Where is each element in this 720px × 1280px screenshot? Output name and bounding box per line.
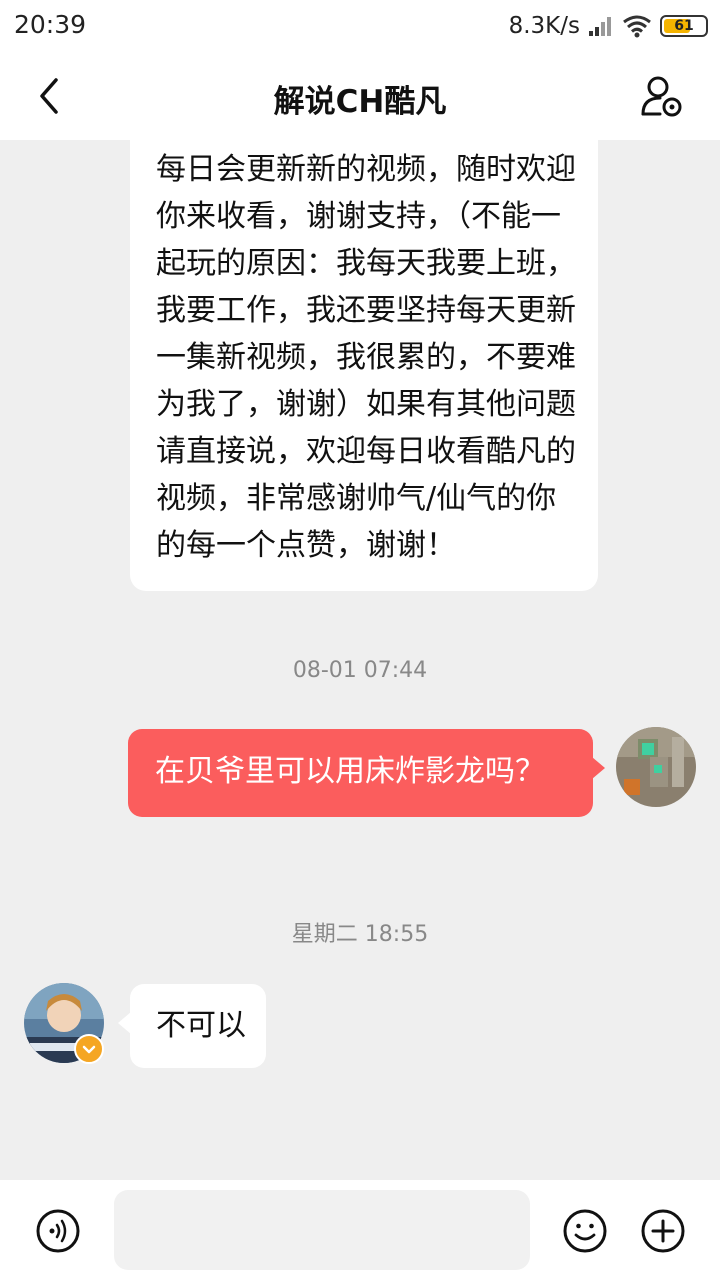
message-timestamp: 星期二 18:55: [291, 922, 429, 947]
incoming-message-bubble[interactable]: 不可以: [118, 984, 266, 1068]
message-input[interactable]: [114, 1190, 530, 1270]
plus-icon: [641, 1209, 685, 1253]
incoming-message-bubble[interactable]: 每日会更新新的视频，随时欢迎你来收看，谢谢支持，（不能一起玩的原因：我每天我要上…: [130, 140, 598, 591]
outgoing-message-bubble[interactable]: 在贝爷里可以用床炸影龙吗？: [128, 729, 605, 817]
emoji-icon: [563, 1209, 607, 1253]
input-bar: [0, 1180, 720, 1280]
chat-message-list[interactable]: 每日会更新新的视频，随时欢迎你来收看，谢谢支持，（不能一起玩的原因：我每天我要上…: [0, 140, 720, 1180]
user-profile-button[interactable]: [638, 72, 686, 120]
emoji-button[interactable]: [563, 1209, 607, 1253]
message-timestamp: 08-01 07:44: [292, 658, 428, 683]
wifi-icon: [622, 14, 652, 38]
battery-level: 61: [674, 18, 694, 34]
status-time: 20:39: [14, 10, 87, 39]
battery-icon: 61: [660, 15, 708, 37]
chat-header: 解说CH酷凡: [0, 52, 720, 140]
page-title: 解说CH酷凡: [273, 84, 447, 120]
voice-icon: [36, 1209, 80, 1253]
status-bar: 20:39 8.3K/s 61: [0, 0, 720, 52]
voice-input-button[interactable]: [36, 1209, 80, 1253]
message-text: 在贝爷里可以用床炸影龙吗？: [155, 754, 545, 789]
verified-badge-icon: [74, 1034, 104, 1064]
more-options-button[interactable]: [641, 1209, 685, 1253]
message-text: 不可以: [156, 1008, 246, 1043]
my-avatar[interactable]: [616, 727, 696, 807]
signal-icon: [588, 15, 614, 37]
network-speed: 8.3K/s: [508, 13, 580, 39]
user-settings-icon: [641, 76, 682, 117]
message-text: 每日会更新新的视频，随时欢迎你来收看，谢谢支持，（不能一起玩的原因：我每天我要上…: [156, 152, 576, 563]
status-indicators: 8.3K/s 61: [509, 10, 708, 42]
